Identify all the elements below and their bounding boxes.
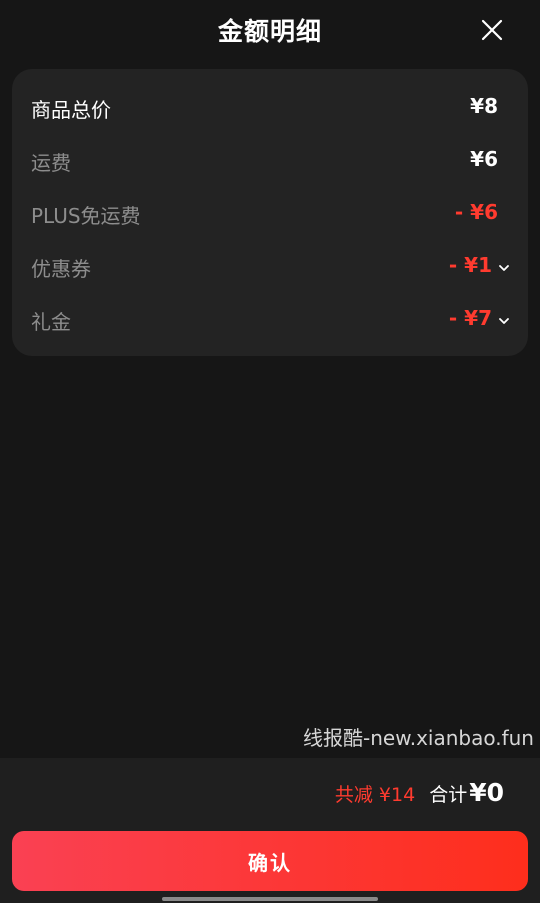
header: 金额明细	[0, 0, 540, 62]
row-value: - ¥6	[454, 200, 498, 224]
row-label: 运费	[31, 151, 71, 175]
row-value: ¥8	[470, 94, 498, 118]
footer-bar: 共减 ¥14 合计 ¥0 确认	[0, 758, 540, 903]
row-value: - ¥1	[448, 253, 492, 277]
row-coupon[interactable]: 优惠券 - ¥1	[12, 247, 528, 287]
total-summary: 共减 ¥14 合计 ¥0	[335, 778, 504, 808]
chevron-down-icon[interactable]	[497, 314, 511, 328]
row-plus-free-shipping: PLUS免运费 - ¥6	[12, 194, 528, 234]
confirm-button[interactable]: 确认	[12, 831, 528, 891]
row-value: ¥6	[470, 147, 498, 171]
total-label: 合计	[429, 784, 468, 806]
watermark: 线报酷-new.xianbao.fun	[303, 726, 534, 750]
close-icon	[481, 19, 503, 41]
row-label: 商品总价	[31, 98, 111, 122]
row-gift-money[interactable]: 礼金 - ¥7	[12, 300, 528, 340]
row-goods-total: 商品总价 ¥8	[12, 88, 528, 128]
close-button[interactable]	[474, 12, 510, 48]
amount-breakdown-card: 商品总价 ¥8 运费 ¥6 PLUS免运费 - ¥6 优惠券 - ¥1 礼金 -…	[12, 69, 528, 356]
row-value: - ¥7	[448, 306, 492, 330]
home-indicator	[162, 897, 378, 901]
row-label: PLUS免运费	[31, 204, 141, 228]
row-shipping: 运费 ¥6	[12, 141, 528, 181]
row-label: 优惠券	[31, 257, 91, 281]
chevron-down-icon[interactable]	[497, 261, 511, 275]
row-label: 礼金	[31, 310, 71, 334]
total-value: ¥0	[469, 778, 504, 807]
total-saved: 共减 ¥14	[334, 784, 416, 806]
amount-detail-sheet: 金额明细 商品总价 ¥8 运费 ¥6 PLUS免运费 - ¥6 优惠券 - ¥1	[0, 0, 540, 903]
page-title: 金额明细	[217, 17, 322, 46]
